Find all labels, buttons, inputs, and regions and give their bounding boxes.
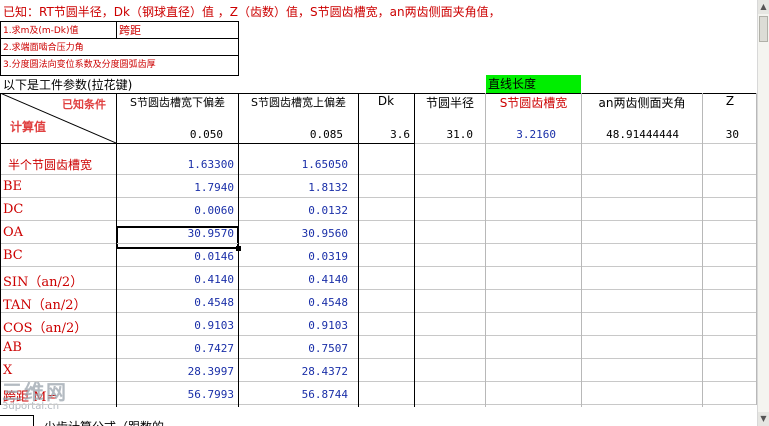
value-lower-deviation[interactable]: 0.050	[117, 128, 223, 142]
row-value-cell[interactable]: 0.4140	[117, 273, 234, 287]
grid-line	[0, 243, 757, 244]
vertical-scrollbar[interactable]: ▲ ▼	[757, 0, 769, 426]
row-value-cell[interactable]: 0.9103	[239, 319, 348, 333]
grid-line	[581, 93, 582, 407]
grid-line	[116, 93, 117, 407]
row-label[interactable]: DC	[3, 202, 115, 220]
value-dk[interactable]: 3.6	[358, 128, 410, 142]
col-header-dk[interactable]: Dk	[358, 94, 414, 112]
diagonal-divider	[0, 93, 116, 143]
grid-line	[0, 358, 757, 359]
row-label[interactable]: COS（an/2）	[3, 317, 115, 335]
grid-line	[702, 93, 703, 407]
task-2-cell[interactable]: 2.求端面啮合压力角	[3, 40, 238, 56]
sheet-tab-fragment[interactable]: 少齿计算公式（跟数的	[44, 418, 244, 426]
grid-line	[0, 404, 757, 405]
section-label: 以下是工件参数(拉花键)	[3, 78, 133, 92]
row-value-cell[interactable]: 28.3997	[117, 365, 234, 379]
row-label[interactable]: TAN（an/2）	[3, 294, 115, 312]
value-slot-width[interactable]: 3.2160	[486, 128, 556, 142]
grid-line	[0, 174, 757, 175]
task-1-cell[interactable]: 1.求m及(m-Dk)值	[3, 23, 115, 39]
row-value-cell[interactable]: 0.4548	[117, 296, 234, 310]
row-value-cell[interactable]: 1.63300	[117, 158, 234, 172]
grid-line	[0, 381, 757, 382]
straight-length-cell[interactable]: 直线长度	[486, 75, 581, 94]
scrollbar-thumb[interactable]	[759, 16, 768, 42]
row-value-cell[interactable]: 1.8132	[239, 181, 348, 195]
spreadsheet: 已知：RT节圆半径，Dk（钢球直径）值 ，Z（齿数）值，S节圆齿槽宽，an两齿侧…	[0, 0, 757, 426]
row-label[interactable]: AB	[3, 340, 115, 358]
grid-line	[0, 312, 757, 313]
col-header-slot-width[interactable]: S节圆齿槽宽	[486, 94, 581, 112]
grid-line	[0, 143, 415, 144]
row-value-cell[interactable]: 56.7993	[117, 388, 234, 402]
grid-line	[0, 197, 757, 198]
row-label[interactable]: 半个节圆齿槽宽	[8, 156, 120, 174]
row-label[interactable]: SIN（an/2）	[3, 271, 115, 289]
row-value-cell[interactable]: 1.65050	[239, 158, 348, 172]
row-value-cell[interactable]: 0.4548	[239, 296, 348, 310]
value-z[interactable]: 30	[703, 128, 739, 142]
row-value-cell[interactable]: 56.8744	[239, 388, 348, 402]
grid-line	[238, 93, 239, 407]
row-value-cell[interactable]: 0.0146	[117, 250, 234, 264]
row-value-cell[interactable]: 1.7940	[117, 181, 234, 195]
grid-line	[485, 93, 486, 407]
row-value-cell[interactable]: 28.4372	[239, 365, 348, 379]
col-header-lower-deviation[interactable]: S节圆齿槽宽下偏差	[117, 94, 238, 112]
scroll-up-arrow-icon[interactable]: ▲	[758, 0, 769, 14]
grid-line	[0, 93, 1, 405]
grid-line	[0, 266, 757, 267]
title-text: 已知：RT节圆半径，Dk（钢球直径）值 ，Z（齿数）值，S节圆齿槽宽，an两齿侧…	[3, 5, 501, 19]
value-upper-deviation[interactable]: 0.085	[239, 128, 343, 142]
row-label[interactable]: BC	[3, 248, 115, 266]
col-header-pitch-radius[interactable]: 节圆半径	[415, 94, 485, 112]
grid-line	[358, 93, 359, 407]
row-label[interactable]: OA	[3, 225, 115, 243]
grid-line	[0, 220, 757, 221]
row-label[interactable]: BE	[3, 179, 115, 197]
grid-line	[0, 335, 757, 336]
grid-line	[414, 93, 415, 407]
grid-line	[415, 143, 757, 144]
value-pitch-radius[interactable]: 31.0	[415, 128, 474, 142]
task-3-cell[interactable]: 3.分度圆法向变位系数及分度圆弧齿厚	[3, 57, 238, 73]
row-value-cell[interactable]: 0.0060	[117, 204, 234, 218]
row-value-cell[interactable]: 0.7427	[117, 342, 234, 356]
scroll-down-arrow-icon[interactable]: ▼	[758, 412, 769, 426]
row-value-cell[interactable]: 0.4140	[239, 273, 348, 287]
col-header-flank-angle[interactable]: an两齿侧面夹角	[582, 94, 702, 112]
col-header-upper-deviation[interactable]: S节圆齿槽宽上偏差	[239, 94, 358, 112]
row-value-cell[interactable]: 0.0319	[239, 250, 348, 264]
grid-line	[0, 93, 757, 94]
row-value-cell[interactable]: 0.9103	[117, 319, 234, 333]
grid-line	[0, 289, 757, 290]
row-value-cell[interactable]: 30.9560	[239, 227, 348, 241]
col-header-z[interactable]: Z	[703, 94, 757, 112]
row-value-cell[interactable]: 0.7507	[239, 342, 348, 356]
task-note-cell[interactable]: 跨距	[119, 22, 237, 38]
active-cell[interactable]	[116, 226, 239, 249]
row-value-cell[interactable]: 0.0132	[239, 204, 348, 218]
value-flank-angle[interactable]: 48.91444444	[582, 128, 679, 142]
